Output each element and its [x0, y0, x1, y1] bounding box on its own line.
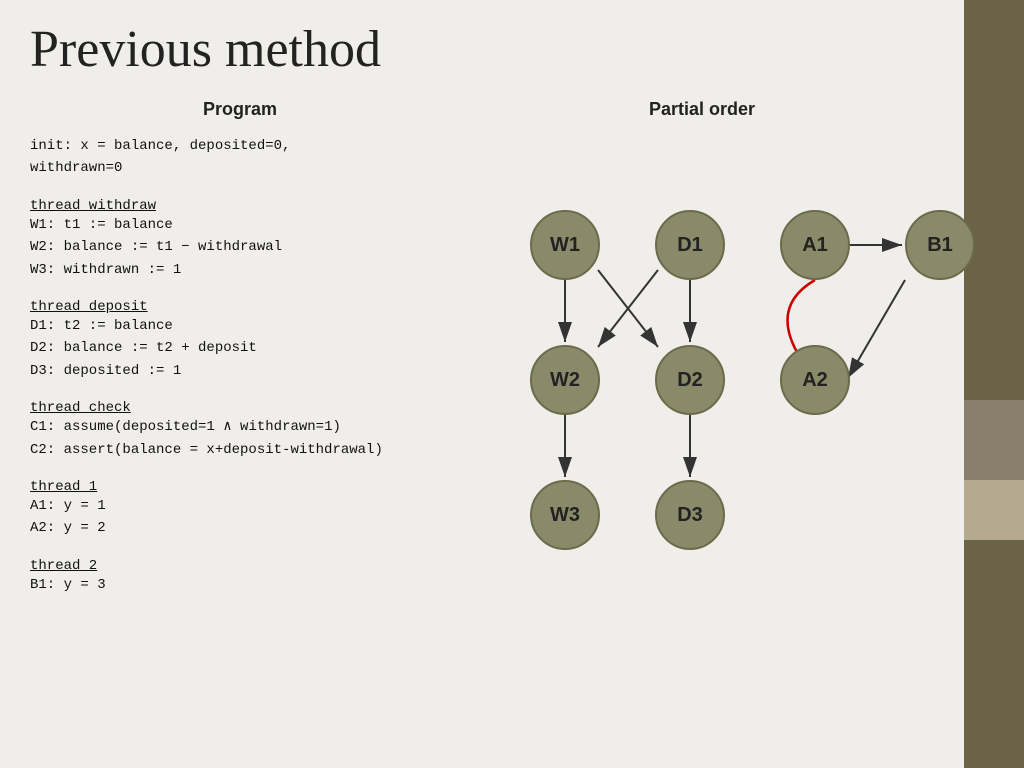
graph-area: W1 W2 W3 D1 D2 D3 A1 A2 B1 — [470, 150, 934, 630]
right-column: Partial order — [470, 99, 934, 630]
node-w1: W1 — [530, 210, 600, 280]
partial-order-header: Partial order — [470, 99, 934, 120]
node-d3: D3 — [655, 480, 725, 550]
node-w2: W2 — [530, 345, 600, 415]
thread-deposit-label: thread deposit — [30, 299, 450, 315]
t2-line-0: B1: y = 3 — [30, 574, 450, 596]
init-section: init: x = balance, deposited=0, withdraw… — [30, 135, 450, 180]
sidebar-block-2 — [964, 480, 1024, 540]
thread-2-section: thread 2 B1: y = 3 — [30, 558, 450, 596]
tc-line-1: C2: assert(balance = x+deposit-withdrawa… — [30, 439, 450, 461]
main-content: Previous method Program init: x = balanc… — [0, 0, 964, 768]
node-w3: W3 — [530, 480, 600, 550]
thread-withdraw-section: thread withdraw W1: t1 := balance W2: ba… — [30, 198, 450, 281]
program-header: Program — [30, 99, 450, 120]
init-line2: withdrawn=0 — [30, 157, 450, 179]
thread-deposit-section: thread deposit D1: t2 := balance D2: bal… — [30, 299, 450, 382]
thread-2-label: thread 2 — [30, 558, 450, 574]
tw-line-2: W3: withdrawn := 1 — [30, 259, 450, 281]
init-line1: init: x = balance, deposited=0, — [30, 135, 450, 157]
page-title: Previous method — [30, 20, 934, 79]
left-column: Program init: x = balance, deposited=0, … — [30, 99, 450, 630]
td-line-2: D3: deposited := 1 — [30, 360, 450, 382]
tw-line-1: W2: balance := t1 − withdrawal — [30, 236, 450, 258]
tw-line-0: W1: t1 := balance — [30, 214, 450, 236]
t1-line-0: A1: y = 1 — [30, 495, 450, 517]
arrow-b1-a2 — [848, 280, 905, 378]
t1-line-1: A2: y = 2 — [30, 517, 450, 539]
node-b1: B1 — [905, 210, 975, 280]
thread-1-section: thread 1 A1: y = 1 A2: y = 2 — [30, 479, 450, 540]
thread-1-label: thread 1 — [30, 479, 450, 495]
sidebar-block-1 — [964, 400, 1024, 480]
thread-check-section: thread check C1: assume(deposited=1 ∧ wi… — [30, 400, 450, 461]
node-a2: A2 — [780, 345, 850, 415]
thread-withdraw-label: thread withdraw — [30, 198, 450, 214]
sidebar — [964, 0, 1024, 768]
thread-check-label: thread check — [30, 400, 450, 416]
node-d2: D2 — [655, 345, 725, 415]
node-a1: A1 — [780, 210, 850, 280]
columns-container: Program init: x = balance, deposited=0, … — [30, 99, 934, 630]
node-d1: D1 — [655, 210, 725, 280]
td-line-1: D2: balance := t2 + deposit — [30, 337, 450, 359]
tc-line-0: C1: assume(deposited=1 ∧ withdrawn=1) — [30, 416, 450, 438]
td-line-0: D1: t2 := balance — [30, 315, 450, 337]
